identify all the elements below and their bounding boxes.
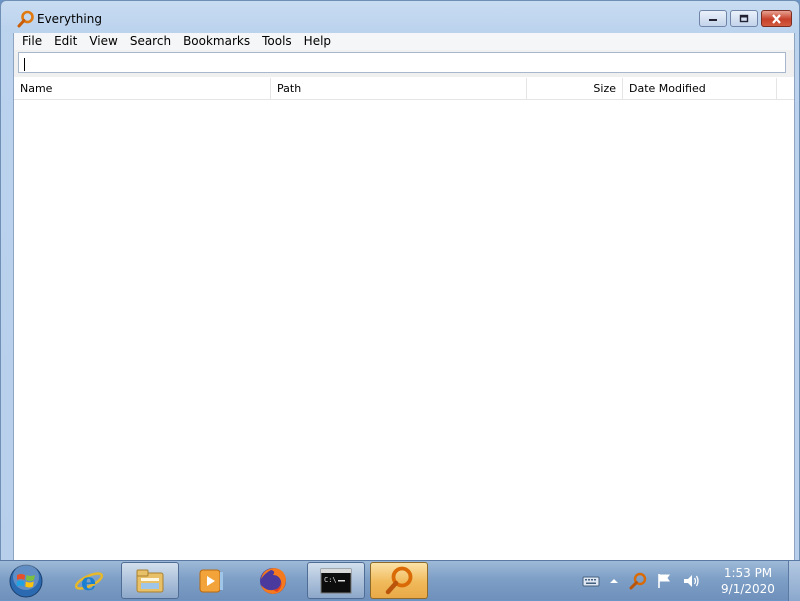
search-bar: [14, 50, 794, 77]
results-list[interactable]: [14, 100, 794, 561]
start-button[interactable]: [5, 562, 47, 600]
clock-time: 1:53 PM: [723, 566, 773, 580]
taskbar-internet-explorer[interactable]: e: [60, 562, 118, 599]
text-caret: [24, 58, 25, 71]
windows-orb-icon: [9, 564, 43, 598]
menu-bar: File Edit View Search Bookmarks Tools He…: [14, 33, 794, 50]
search-input[interactable]: [18, 52, 786, 73]
keyboard-icon[interactable]: [582, 574, 600, 588]
restore-icon: [739, 14, 749, 23]
everything-magnifier-icon: [17, 10, 34, 28]
column-header-size[interactable]: Size: [527, 78, 623, 99]
minimize-button[interactable]: [699, 10, 727, 27]
clock-date: 9/1/2020: [721, 582, 775, 596]
internet-explorer-icon: e: [74, 567, 104, 596]
svg-text:e: e: [81, 567, 96, 596]
everything-window: Everything File Edit View Search Bookmar…: [0, 0, 800, 562]
media-player-icon: [199, 569, 223, 592]
caption-buttons: [699, 10, 792, 27]
menu-view[interactable]: View: [83, 34, 123, 50]
command-prompt-icon: C:\: [320, 568, 352, 593]
window-title: Everything: [37, 12, 102, 26]
svg-text:C:\: C:\: [324, 576, 337, 584]
results-header: Name Path Size Date Modified: [14, 78, 794, 100]
menu-bookmarks[interactable]: Bookmarks: [177, 34, 256, 50]
notification-area: [582, 561, 702, 601]
firefox-icon: [260, 567, 286, 594]
folder-icon: [136, 569, 164, 592]
show-hidden-icons-icon[interactable]: [608, 575, 620, 587]
taskbar-media-player[interactable]: [182, 562, 240, 599]
minimize-icon: [709, 18, 717, 21]
maximize-button[interactable]: [730, 10, 758, 27]
menu-help[interactable]: Help: [298, 34, 337, 50]
close-icon: [772, 13, 781, 24]
everything-tray-icon[interactable]: [628, 571, 648, 591]
system-clock[interactable]: 1:53 PM 9/1/2020: [708, 565, 788, 597]
taskbar-firefox[interactable]: [244, 562, 302, 599]
column-header-name[interactable]: Name: [14, 78, 271, 99]
menu-edit[interactable]: Edit: [48, 34, 83, 50]
title-bar[interactable]: Everything: [1, 1, 799, 33]
column-header-date-modified[interactable]: Date Modified: [623, 78, 777, 99]
client-area: File Edit View Search Bookmarks Tools He…: [13, 33, 795, 561]
show-desktop-button[interactable]: [788, 561, 800, 601]
menu-search[interactable]: Search: [124, 34, 177, 50]
volume-icon[interactable]: [682, 572, 702, 590]
taskbar-command-prompt[interactable]: C:\: [307, 562, 365, 599]
taskbar-everything[interactable]: [370, 562, 428, 599]
close-button[interactable]: [761, 10, 792, 27]
column-header-path[interactable]: Path: [271, 78, 527, 99]
menu-file[interactable]: File: [16, 34, 48, 50]
taskbar: e C:\ 1:53 PM 9/1/2020: [0, 560, 800, 601]
action-center-flag-icon[interactable]: [656, 572, 674, 590]
column-header-filler: [777, 78, 794, 99]
everything-magnifier-icon: [385, 566, 413, 594]
menu-tools[interactable]: Tools: [256, 34, 298, 50]
taskbar-windows-explorer[interactable]: [121, 562, 179, 599]
